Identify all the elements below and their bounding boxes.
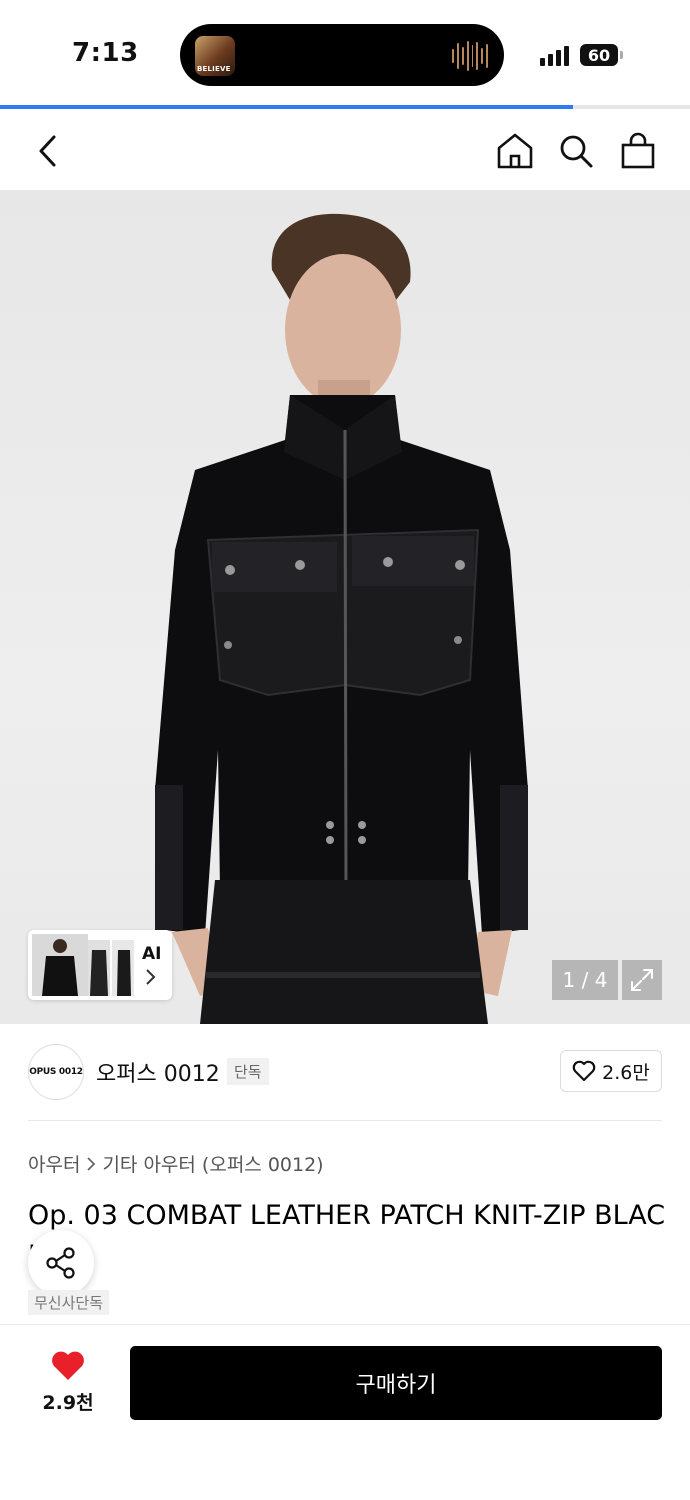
home-button[interactable] [493, 129, 537, 173]
brand-name[interactable]: 오퍼스 0012 [96, 1056, 220, 1088]
product-title: Op. 03 COMBAT LEATHER PATCH KNIT-ZIP BLA… [28, 1200, 666, 1271]
product-image[interactable] [0, 190, 690, 1024]
wishlist-count: 2.9천 [42, 1392, 94, 1414]
shopping-bag-icon [621, 132, 655, 169]
thumbnail-model-icon [90, 950, 108, 996]
image-thumbnails-ai-button[interactable]: AI [28, 930, 172, 1000]
thumbnail-image-1[interactable] [32, 934, 88, 996]
battery-icon: 60 [580, 44, 618, 66]
thumbnail-model-icon [42, 939, 78, 996]
status-time: 7:13 [72, 38, 139, 68]
breadcrumb: 아우터 기타 아우터 (오퍼스 0012) [28, 1150, 324, 1177]
model-jacket-illustration [155, 213, 528, 1024]
heart-outline-icon [572, 1060, 596, 1082]
ai-label: AI [142, 944, 162, 964]
now-playing-artwork: BELIEVE [195, 36, 235, 76]
chevron-left-icon [39, 135, 56, 167]
buy-button[interactable]: 구매하기 [130, 1346, 662, 1420]
expand-arrows-icon [631, 969, 653, 991]
now-playing-art-text: BELIEVE [197, 65, 231, 73]
share-button[interactable] [28, 1230, 94, 1296]
exclusive-badge: 단독 [227, 1058, 269, 1085]
brand-like-count: 2.6만 [602, 1061, 650, 1084]
expand-image-button[interactable] [622, 960, 662, 1000]
battery-tip [620, 51, 623, 59]
chevron-right-icon [87, 1156, 96, 1171]
share-icon [46, 1247, 75, 1279]
thumbnail-image-3[interactable] [112, 940, 134, 996]
breadcrumb-category[interactable]: 아우터 [28, 1150, 80, 1177]
divider [28, 1120, 662, 1121]
back-button[interactable] [26, 129, 70, 173]
search-icon [560, 135, 593, 168]
brand-logo[interactable]: OPUS 0012 [28, 1044, 84, 1100]
thumbnail-model-icon [117, 950, 131, 996]
musinsa-exclusive-tag: 무신사단독 [28, 1290, 110, 1315]
chevron-right-icon [146, 969, 156, 985]
brand-like-button[interactable]: 2.6만 [560, 1050, 662, 1092]
image-counter: 1 / 4 [552, 960, 618, 1000]
cart-button[interactable] [616, 129, 660, 173]
page-load-progress-fill [0, 105, 573, 109]
audio-wave-icon [452, 40, 488, 72]
cellular-signal-icon [540, 44, 569, 66]
wishlist-button[interactable] [50, 1350, 86, 1386]
thumbnail-image-2[interactable] [88, 940, 110, 996]
breadcrumb-subcategory[interactable]: 기타 아우터 (오퍼스 0012) [102, 1150, 323, 1177]
heart-filled-icon [52, 1351, 84, 1380]
home-icon [497, 133, 533, 169]
bottom-bar-divider [0, 1324, 690, 1325]
search-button[interactable] [554, 129, 598, 173]
